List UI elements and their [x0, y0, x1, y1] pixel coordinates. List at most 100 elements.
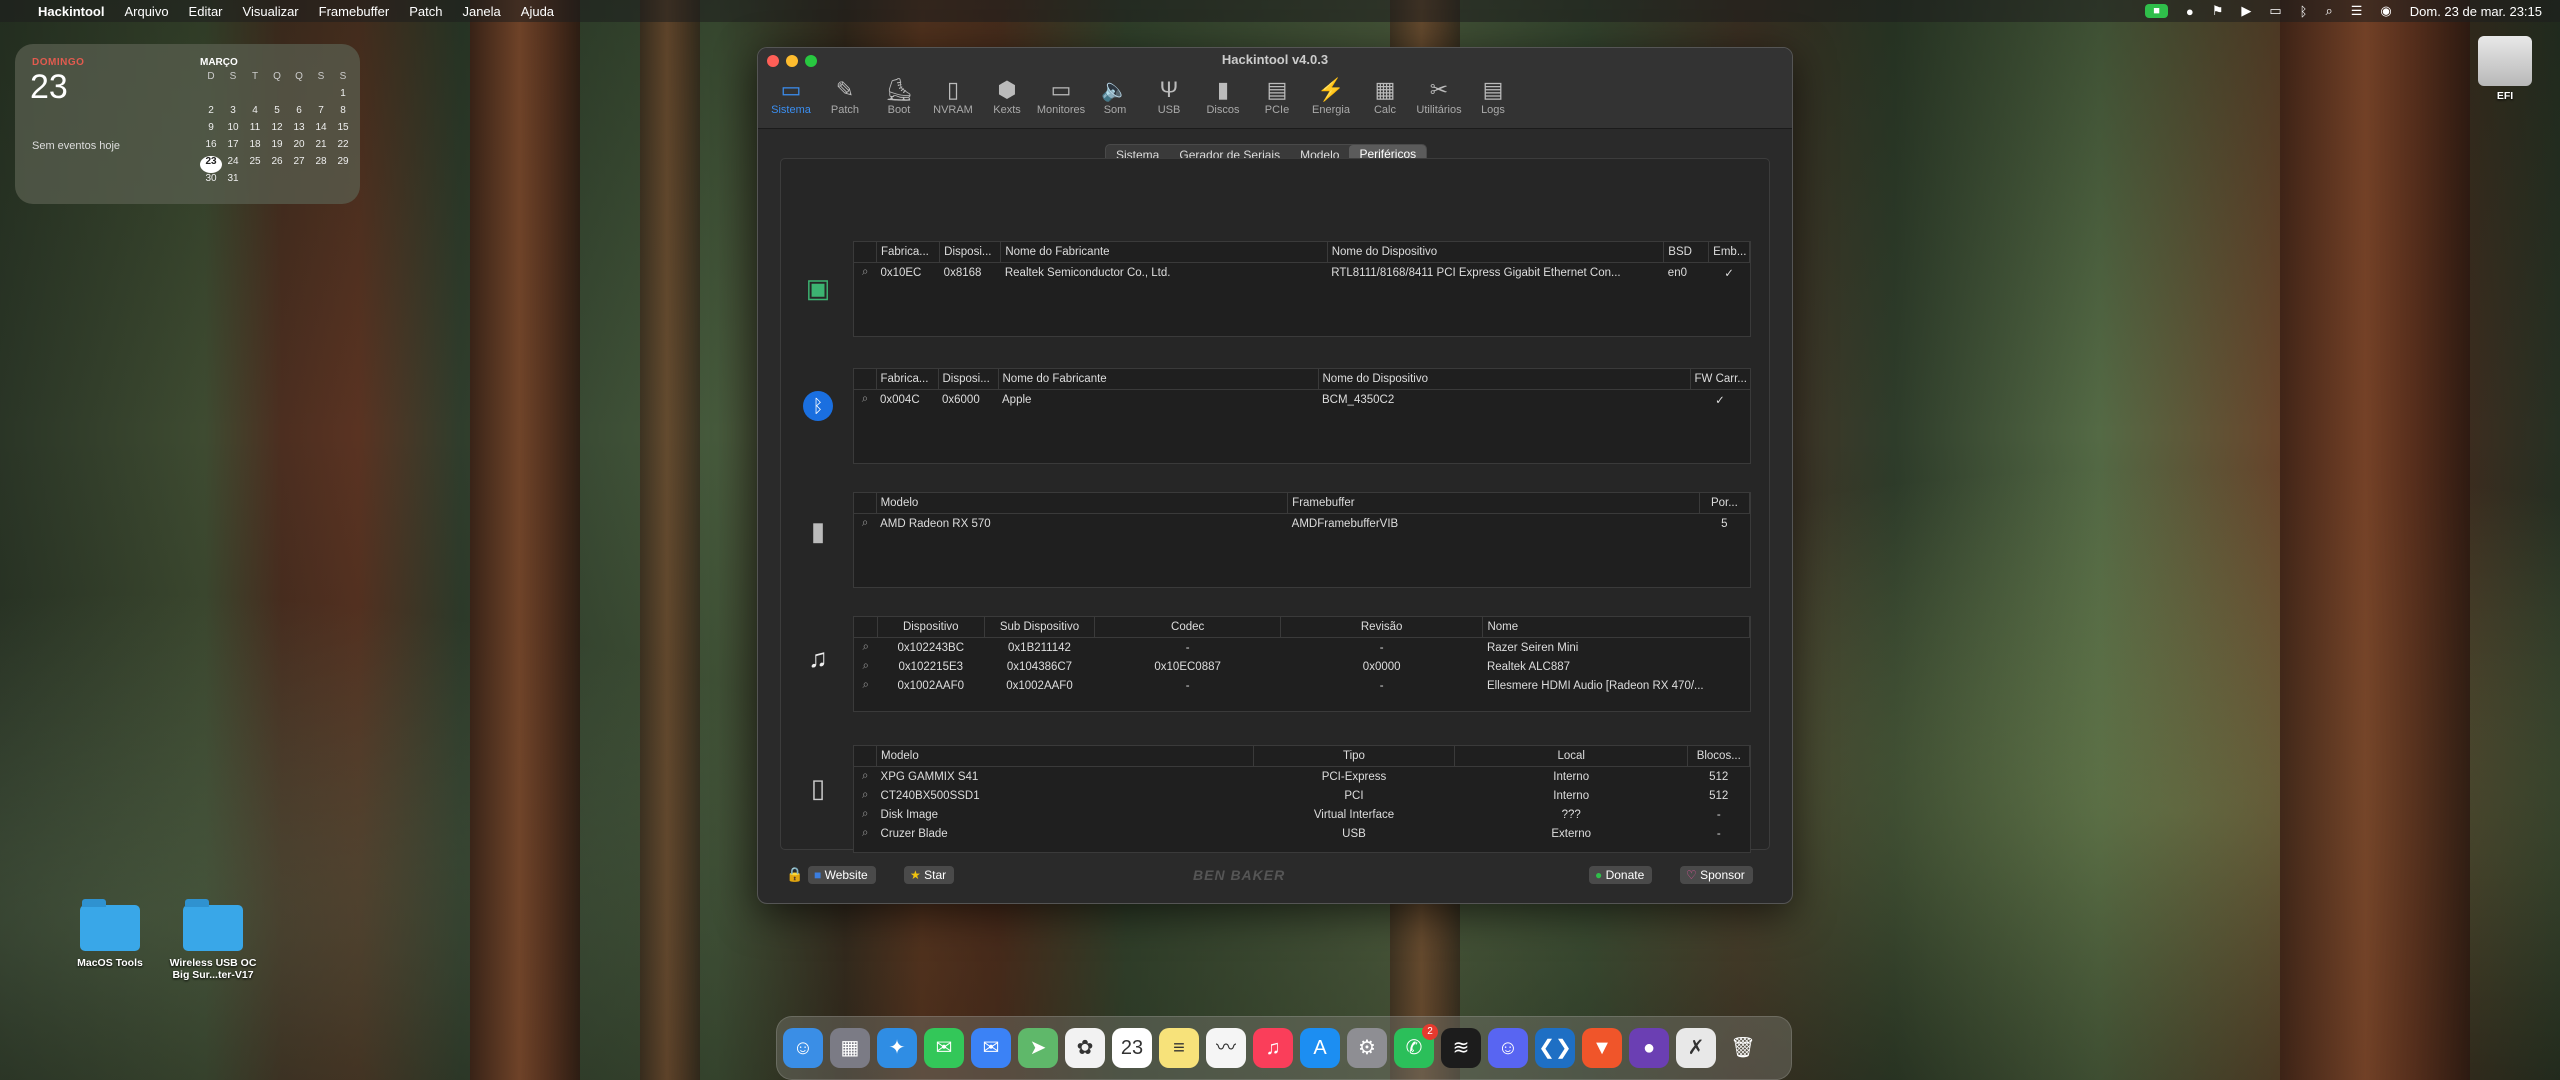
- table-header-cell[interactable]: Local: [1454, 746, 1689, 767]
- table-row[interactable]: ⌕ XPG GAMMIX S41 PCI-Express Interno 512: [854, 767, 1750, 787]
- table-header-cell[interactable]: Por...: [1699, 493, 1751, 514]
- whatsapp-icon[interactable]: ✆ 2: [1394, 1024, 1438, 1068]
- table-header-cell[interactable]: Modelo: [876, 493, 1289, 514]
- control-center-icon[interactable]: ☰: [2351, 3, 2363, 19]
- website-button[interactable]: ■ Website: [808, 866, 876, 884]
- toolbar-utilitrios-button[interactable]: ✂ Utilitários: [1412, 76, 1466, 116]
- table-header-cell[interactable]: Nome do Fabricante: [998, 369, 1319, 390]
- table-header-cell[interactable]: Blocos...: [1687, 746, 1750, 767]
- magnifier-icon[interactable]: ⌕: [854, 676, 877, 695]
- table-header-cell[interactable]: Tipo: [1253, 746, 1455, 767]
- table-header-cell[interactable]: Emb...: [1708, 242, 1750, 263]
- desktop-disk-efi[interactable]: EFI: [2470, 36, 2540, 102]
- table-header-cell[interactable]: Disposi...: [939, 242, 1002, 263]
- menu-item-patch[interactable]: Patch: [409, 4, 442, 19]
- search-icon[interactable]: ⌕: [2325, 3, 2332, 19]
- toolbar-som-button[interactable]: 🔈 Som: [1088, 76, 1142, 116]
- toolbar-patch-button[interactable]: ✎ Patch: [818, 76, 872, 116]
- camera-icon[interactable]: ■: [2145, 4, 2168, 18]
- toolbar-logs-button[interactable]: ▤ Logs: [1466, 76, 1520, 116]
- menu-app-name[interactable]: Hackintool: [38, 4, 104, 19]
- table-row[interactable]: ⌕ 0x10EC 0x8168 Realtek Semiconductor Co., …: [854, 263, 1750, 283]
- table-header-cell[interactable]: Codec: [1094, 617, 1281, 638]
- table-header-cell[interactable]: Fabrica...: [876, 242, 941, 263]
- safari-icon[interactable]: ✦: [877, 1028, 917, 1068]
- calendar-widget[interactable]: DOMINGO 23 Sem eventos hoje MARÇO DSTQQS…: [15, 44, 360, 204]
- table-row[interactable]: ⌕ 0x102215E3 0x104386C7 0x10EC0887 0x0000 Rea…: [854, 657, 1750, 676]
- lock-icon[interactable]: 🔒: [786, 866, 803, 883]
- magnifier-icon[interactable]: ⌕: [854, 638, 877, 658]
- freeform-icon[interactable]: 〰: [1206, 1028, 1246, 1068]
- toolbar-calc-button[interactable]: ▦ Calc: [1358, 76, 1412, 116]
- menu-item-visualizar[interactable]: Visualizar: [243, 4, 299, 19]
- finder-icon[interactable]: ☺: [783, 1028, 823, 1068]
- toolbar-pcie-button[interactable]: ▤ PCIe: [1250, 76, 1304, 116]
- toolbar-boot-button[interactable]: ⛸ Boot: [872, 76, 926, 116]
- spotify-icon[interactable]: ≋: [1441, 1028, 1481, 1068]
- launchpad-icon[interactable]: ▦: [830, 1028, 870, 1068]
- magnifier-icon[interactable]: ⌕: [854, 786, 877, 805]
- play-icon[interactable]: ▶: [2241, 3, 2251, 19]
- menu-item-framebuffer[interactable]: Framebuffer: [319, 4, 390, 19]
- table-header-cell[interactable]: Modelo: [876, 746, 1255, 767]
- table-header-cell[interactable]: Sub Dispositivo: [984, 617, 1096, 638]
- display-icon[interactable]: ▭: [2269, 3, 2281, 19]
- toolbar-usb-button[interactable]: Ψ USB: [1142, 76, 1196, 116]
- brave-icon[interactable]: ▼: [1582, 1028, 1622, 1068]
- trash-icon[interactable]: 🗑: [1723, 1028, 1763, 1068]
- table-header-cell[interactable]: Revisão: [1280, 617, 1484, 638]
- music-icon[interactable]: ♫: [1253, 1028, 1293, 1068]
- magnifier-icon[interactable]: ⌕: [854, 657, 877, 676]
- table-header-cell[interactable]: Nome: [1482, 617, 1750, 638]
- toolbar-nvram-button[interactable]: ▯ NVRAM: [926, 76, 980, 116]
- menu-item-janela[interactable]: Janela: [462, 4, 500, 19]
- messages-icon[interactable]: ✉: [924, 1028, 964, 1068]
- github-icon[interactable]: ●: [1629, 1028, 1669, 1068]
- notes-icon[interactable]: ≡: [1159, 1028, 1199, 1068]
- mail-icon[interactable]: ✉: [971, 1028, 1011, 1068]
- table-header-cell[interactable]: Nome do Dispositivo: [1327, 242, 1665, 263]
- toolbar-sistema-button[interactable]: ▭ Sistema: [764, 76, 818, 116]
- menu-item-editar[interactable]: Editar: [189, 4, 223, 19]
- table-row[interactable]: ⌕ 0x004C 0x6000 Apple BCM_4350C2 ✓: [854, 390, 1750, 410]
- table-header-cell[interactable]: BSD: [1663, 242, 1710, 263]
- app-store-icon[interactable]: A: [1300, 1028, 1340, 1068]
- table-row[interactable]: ⌕ 0x102243BC 0x1B211142 - - Razer Seiren Mini: [854, 638, 1750, 658]
- vscode-icon[interactable]: ❮❯: [1535, 1028, 1575, 1068]
- table-row[interactable]: ⌕ Cruzer Blade USB Externo -: [854, 824, 1750, 843]
- maps-icon[interactable]: ➤: [1018, 1028, 1058, 1068]
- table-row[interactable]: ⌕ CT240BX500SSD1 PCI Interno 512: [854, 786, 1750, 805]
- hackintool-icon[interactable]: ✗: [1676, 1028, 1716, 1068]
- magnifier-icon[interactable]: ⌕: [854, 767, 877, 787]
- table-header-cell[interactable]: FW Carr...: [1690, 369, 1751, 390]
- table-header-cell[interactable]: Dispositivo: [877, 617, 985, 638]
- donate-button[interactable]: ● Donate: [1589, 866, 1653, 884]
- desktop-folder-wireless-usb[interactable]: Wireless USB OC Big Sur...ter-V17: [163, 899, 263, 981]
- photos-icon[interactable]: ✿: [1065, 1028, 1105, 1068]
- menu-item-arquivo[interactable]: Arquivo: [124, 4, 168, 19]
- calendar-icon[interactable]: 23: [1112, 1028, 1152, 1068]
- table-row[interactable]: ⌕ Disk Image Virtual Interface??? -: [854, 805, 1750, 824]
- table-header-cell[interactable]: Disposi...: [938, 369, 999, 390]
- toolbar-energia-button[interactable]: ⚡ Energia: [1304, 76, 1358, 116]
- magnifier-icon[interactable]: ⌕: [854, 805, 877, 824]
- siri-icon[interactable]: ◉: [2380, 3, 2391, 19]
- table-row[interactable]: ⌕ 0x1002AAF0 0x1002AAF0 - - Ellesmere HDMI Au…: [854, 676, 1750, 695]
- sponsor-button[interactable]: ♡ Sponsor: [1680, 866, 1753, 884]
- table-header-cell[interactable]: Nome do Fabricante: [1000, 242, 1328, 263]
- star-button[interactable]: ★ Star: [904, 866, 955, 884]
- magnifier-icon[interactable]: ⌕: [854, 824, 877, 843]
- table-header-cell[interactable]: Fabrica...: [876, 369, 939, 390]
- flag-icon[interactable]: ⚑: [2212, 3, 2224, 19]
- toolbar-discos-button[interactable]: ▮ Discos: [1196, 76, 1250, 116]
- discord-icon[interactable]: ☺: [1488, 1028, 1528, 1068]
- magnifier-icon[interactable]: ⌕: [854, 390, 876, 410]
- menu-item-ajuda[interactable]: Ajuda: [521, 4, 554, 19]
- settings-icon[interactable]: ⚙: [1347, 1028, 1387, 1068]
- menu-clock[interactable]: Dom. 23 de mar. 23:15: [2410, 4, 2542, 19]
- bluetooth-menu-icon[interactable]: ᛒ: [2300, 4, 2308, 19]
- table-row[interactable]: ⌕ AMD Radeon RX 570 AMDFramebufferVIB 5: [854, 514, 1750, 534]
- magnifier-icon[interactable]: ⌕: [854, 514, 876, 534]
- magnifier-icon[interactable]: ⌕: [854, 263, 876, 283]
- table-header-cell[interactable]: Nome do Dispositivo: [1318, 369, 1691, 390]
